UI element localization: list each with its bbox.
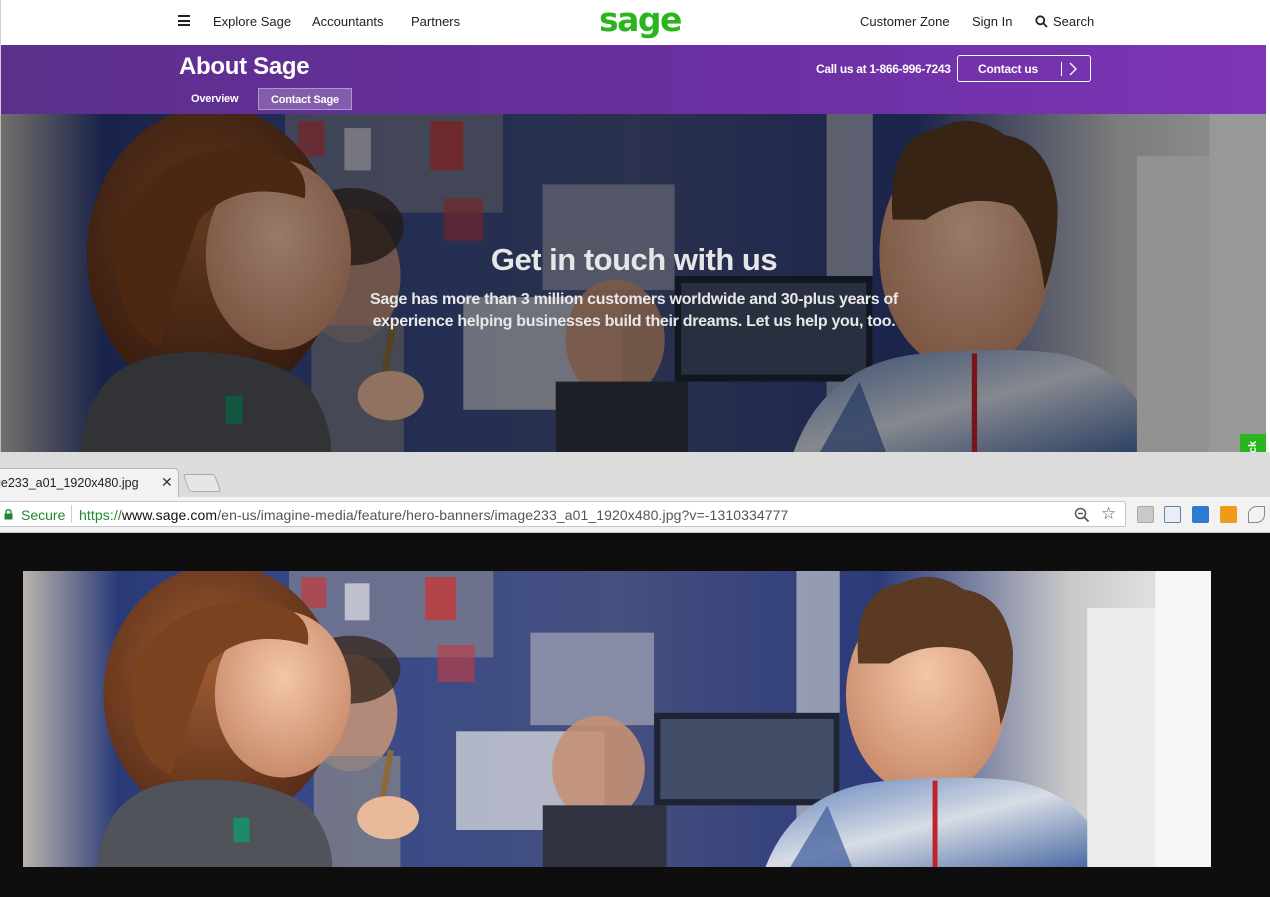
search-icon — [1035, 15, 1048, 28]
close-tab-icon[interactable]: ✕ — [161, 474, 173, 491]
feather-extension-icon[interactable] — [1248, 506, 1265, 523]
nav-partners[interactable]: Partners — [411, 14, 460, 29]
tab-contact-sage[interactable]: Contact Sage — [258, 88, 352, 110]
chevron-right-icon — [1069, 62, 1077, 76]
contact-us-button[interactable]: Contact us — [957, 55, 1091, 82]
browser-tab[interactable]: age233_a01_1920x480.jpg ✕ — [0, 468, 179, 497]
section-header: About Sage Call us at 1-866-996-7243 Con… — [0, 45, 1266, 114]
hero-description-line-1: Sage has more than 3 million customers w… — [370, 291, 898, 308]
browser-toolbar: Secure https://www.sage.com/en-us/imagin… — [0, 497, 1270, 533]
contact-us-label: Contact us — [978, 62, 1039, 76]
bookmark-star-icon[interactable]: ☆ — [1101, 505, 1116, 523]
address-divider — [71, 505, 72, 523]
hero-title: Get in touch with us — [490, 242, 778, 277]
tab-overview[interactable]: Overview — [179, 88, 250, 110]
zoom-out-icon[interactable] — [1073, 506, 1091, 524]
button-divider — [1061, 62, 1062, 76]
search-button[interactable]: Search — [1035, 14, 1094, 29]
hero-banner-image — [23, 571, 1211, 867]
hero-photo — [1, 114, 1266, 452]
nav-accountants[interactable]: Accountants — [312, 14, 384, 29]
hero-description: Sage has more than 3 million customers w… — [1, 289, 1266, 333]
nav-explore-sage[interactable]: Explore Sage — [213, 14, 291, 29]
hero-banner: Get in touch with us Sage has more than … — [0, 114, 1266, 452]
phone-number[interactable]: Call us at 1-866-996-7243 — [816, 62, 951, 76]
image-viewer — [0, 533, 1270, 897]
linkedin-extension-icon[interactable] — [1137, 506, 1154, 523]
secure-label: Secure — [21, 507, 66, 523]
search-label: Search — [1053, 14, 1095, 29]
url-text[interactable]: https://www.sage.com/en-us/imagine-media… — [79, 507, 788, 523]
address-bar[interactable]: Secure https://www.sage.com/en-us/imagin… — [0, 501, 1126, 527]
browser-tab-title: age233_a01_1920x480.jpg — [0, 476, 139, 490]
new-tab-button[interactable] — [182, 474, 222, 492]
top-navigation: Explore Sage Accountants Partners sage C… — [0, 0, 1266, 45]
url-scheme: https:// — [79, 507, 122, 523]
page-title: About Sage — [179, 53, 310, 80]
url-path: /en-us/imagine-media/feature/hero-banner… — [217, 507, 789, 523]
sync-extension-icon[interactable] — [1192, 506, 1209, 523]
translate-extension-icon[interactable] — [1164, 506, 1181, 523]
hamburger-icon[interactable] — [178, 15, 190, 27]
analytics-extension-icon[interactable] — [1220, 506, 1237, 523]
url-host: www.sage.com — [121, 507, 218, 523]
lock-icon — [4, 509, 13, 520]
screenshot-root: { "nav": { "menu_icon": "hamburger-icon"… — [0, 0, 1270, 897]
hero-description-line-2: experience helping businesses build thei… — [372, 313, 896, 330]
nav-sign-in[interactable]: Sign In — [972, 14, 1012, 29]
nav-customer-zone[interactable]: Customer Zone — [860, 14, 950, 29]
sage-logo[interactable]: sage — [599, 2, 682, 38]
